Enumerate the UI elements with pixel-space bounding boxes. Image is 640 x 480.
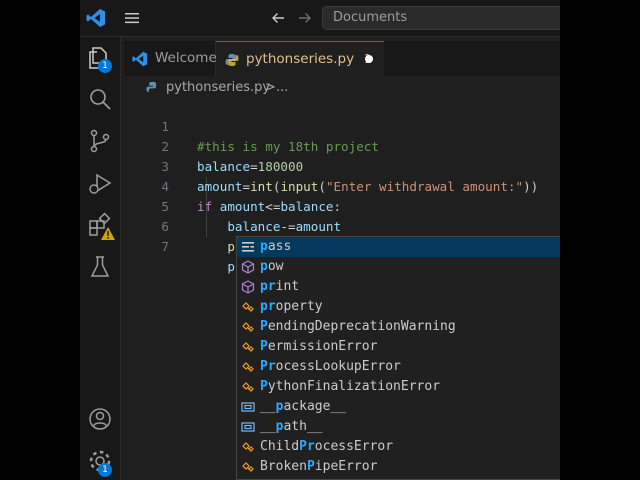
python-file-icon — [146, 81, 157, 93]
suggestion-label: __path__ — [260, 419, 323, 434]
testing-flask-icon[interactable] — [86, 253, 114, 281]
tab-label: pythonseries.py — [246, 51, 355, 67]
settings-badge: 1 — [98, 463, 112, 477]
search-icon[interactable] — [86, 85, 114, 113]
explorer-badge: 1 — [98, 59, 112, 73]
suggestion-item[interactable]: ProcessLookupError — [237, 357, 560, 377]
class-icon — [241, 440, 255, 454]
suggestion-label: __package__ — [260, 399, 347, 414]
function-icon — [241, 260, 255, 274]
title-bar: Documents — [80, 0, 560, 37]
tab-pythonseries[interactable]: pythonseries.py 1 — [216, 41, 384, 76]
class-icon — [241, 340, 255, 354]
extensions-icon[interactable] — [86, 211, 115, 240]
suggestion-label: ProcessLookupError — [260, 359, 401, 374]
code-line: 7 pr — [124, 217, 244, 274]
code-line: 6 print("Withdrawal successfull") — [124, 197, 462, 254]
suggestion-label: BrokenPipeError — [260, 459, 378, 474]
function-icon — [241, 280, 255, 294]
class-icon — [241, 360, 255, 374]
suggestion-item[interactable]: ChildProcessError — [237, 437, 560, 457]
line-text: balance-=amount — [227, 219, 342, 234]
code-line: 5 balance-=amount — [124, 177, 341, 234]
suggestion-item[interactable]: pow — [237, 257, 560, 277]
suggestion-label: print — [260, 279, 300, 294]
code-line: 3 amount=int(input("Enter withdrawal amo… — [124, 137, 538, 194]
line-text: if amount<=balance: — [197, 199, 342, 214]
arrow-right-icon[interactable] — [297, 10, 313, 26]
command-center-search[interactable]: Documents — [322, 6, 560, 30]
autocomplete-suggestions[interactable]: pass pow print property PendingDeprecationWa… — [236, 236, 560, 480]
settings-gear-icon[interactable]: 1 — [86, 447, 114, 477]
suggestion-label: PermissionError — [260, 339, 378, 354]
class-icon — [241, 460, 255, 474]
vscode-window: Documents 1 1 Welcome pythonseries.py py… — [80, 0, 560, 480]
class-icon — [241, 300, 255, 314]
menu-icon[interactable] — [124, 10, 140, 26]
account-icon[interactable] — [86, 405, 114, 433]
variable-icon — [241, 420, 255, 434]
suggestion-item[interactable]: PermissionError — [237, 337, 560, 357]
suggestion-item[interactable]: __package__ — [237, 397, 560, 417]
suggestion-item[interactable]: property — [237, 297, 560, 317]
class-icon — [241, 380, 255, 394]
variable-icon — [241, 400, 255, 414]
breadcrumb-separator: > — [265, 80, 276, 95]
arrow-left-icon[interactable] — [270, 10, 286, 26]
suggestion-label: ChildProcessError — [260, 439, 394, 454]
suggestion-item[interactable]: BrokenPipeError — [237, 457, 560, 477]
suggestion-item[interactable]: PendingDeprecationWarning — [237, 317, 560, 337]
warning-icon — [101, 227, 115, 240]
vscode-logo-icon — [86, 9, 105, 27]
suggestion-label: PythonFinalizationError — [260, 379, 441, 394]
breadcrumb-file[interactable]: pythonseries.py — [166, 79, 270, 97]
line-text: #this is my 18th project — [197, 139, 379, 154]
tab-welcome[interactable]: Welcome — [124, 41, 217, 76]
suggestion-item[interactable]: pass — [237, 237, 560, 257]
code-line: 4 if amount<=balance: — [124, 157, 341, 214]
breadcrumb-symbols[interactable]: ... — [276, 79, 288, 97]
code-line: 1 #this is my 18th project — [124, 97, 379, 154]
class-icon — [241, 320, 255, 334]
suggestion-label: pass — [260, 239, 292, 254]
vscode-logo-icon — [132, 51, 148, 67]
suggestion-label: property — [260, 299, 323, 314]
suggestion-item[interactable]: PythonFinalizationError — [237, 377, 560, 397]
suggestion-item[interactable]: __path__ — [237, 417, 560, 437]
suggestion-item[interactable]: print — [237, 277, 560, 297]
editor-tabs: Welcome pythonseries.py 1 — [124, 41, 560, 76]
run-debug-icon[interactable] — [86, 169, 114, 197]
suggestion-label: PendingDeprecationWarning — [260, 319, 456, 334]
source-control-icon[interactable] — [86, 127, 114, 155]
code-line: 2 balance=180000 — [124, 117, 303, 174]
suggestion-label: pow — [260, 259, 284, 274]
explorer-icon[interactable]: 1 — [86, 43, 114, 73]
line-text: amount=int(input("Enter withdrawal amoun… — [197, 179, 539, 194]
line-number: 7 — [161, 239, 169, 254]
tab-label: Welcome — [155, 50, 217, 66]
unsaved-dot-icon[interactable] — [365, 55, 373, 63]
keyword-icon — [241, 240, 255, 254]
activity-bar: 1 1 — [80, 37, 121, 480]
python-file-icon — [225, 54, 239, 66]
line-text: balance=180000 — [197, 159, 304, 174]
